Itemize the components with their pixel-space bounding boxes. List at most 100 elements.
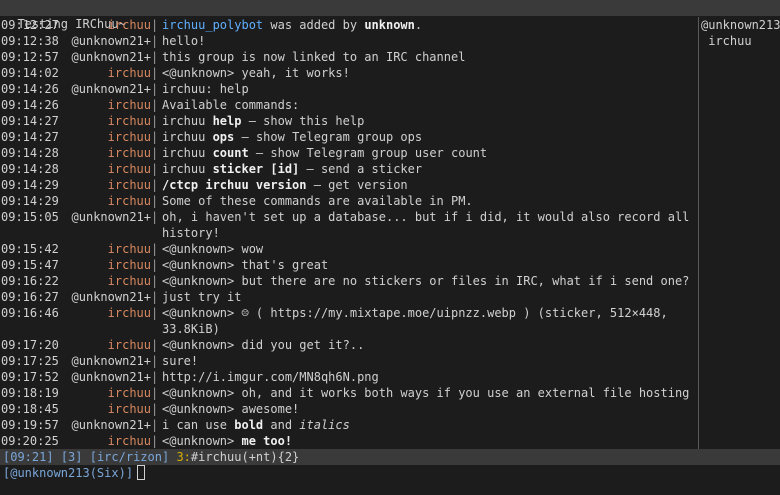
message-nick[interactable]: irchuu	[65, 97, 151, 113]
message-text: irchuu: help	[158, 81, 698, 97]
message-nick[interactable]: @unknown21+	[65, 417, 151, 433]
nick-list-item[interactable]: @unknown213	[701, 17, 780, 33]
input-line[interactable]: [@unknown213(Six)]	[0, 465, 780, 481]
message-text: sure!	[158, 353, 698, 369]
message-nick[interactable]: irchuu	[65, 161, 151, 177]
message-fragment: — show Telegram group user count	[248, 146, 488, 160]
message-fragment: — show Telegram group ops	[234, 130, 423, 144]
nick-separator: |	[151, 338, 159, 352]
chat-buffer[interactable]: 09:12:27 irchuu | irchuu_polybot was added …	[0, 17, 698, 449]
message-nick[interactable]: irchuu	[65, 433, 151, 449]
nick-separator: |	[151, 402, 159, 416]
chat-message: 09:18:45 irchuu | <@unknown> awesome!	[0, 401, 698, 417]
message-timestamp: 09:17:25	[1, 354, 59, 368]
chat-message: 09:14:28 irchuu | irchuu sticker [id] — sen…	[0, 161, 698, 177]
message-fragment: /ctcp irchuu version	[162, 178, 307, 192]
nick-separator: |	[151, 354, 159, 368]
message-nick[interactable]: @unknown21+	[65, 369, 151, 385]
message-fragment: <@unknown> ☹ ( https://my.mixtape.moe/ui…	[162, 306, 668, 336]
nick-separator: |	[151, 370, 159, 384]
message-fragment: sure!	[162, 354, 199, 368]
message-timestamp: 09:17:52	[1, 370, 59, 384]
message-fragment: <@unknown> did you get it?..	[162, 338, 365, 352]
message-nick[interactable]: irchuu	[65, 113, 151, 129]
chat-message: 09:16:27 @unknown21+ | just try it	[0, 289, 698, 305]
message-timestamp: 09:14:26	[1, 82, 59, 96]
message-timestamp: 09:14:02	[1, 66, 59, 80]
chat-message: 09:14:27 irchuu | irchuu help — show this h…	[0, 113, 698, 129]
nick-separator: |	[151, 130, 159, 144]
chat-message: 09:14:26 @unknown21+ | irchuu: help	[0, 81, 698, 97]
chat-message: 09:14:27 irchuu | irchuu ops — show Telegra…	[0, 129, 698, 145]
message-timestamp: 09:15:47	[1, 258, 59, 272]
message-nick[interactable]: @unknown21+	[65, 209, 151, 241]
status-activity: 3:	[176, 450, 191, 464]
message-fragment: and	[263, 418, 300, 432]
nick-list[interactable]: @unknown213 irchuu	[698, 17, 780, 449]
chat-message: 09:17:52 @unknown21+ | http://i.imgur.com/M…	[0, 369, 698, 385]
message-nick[interactable]: irchuu	[65, 337, 151, 353]
message-fragment: Available commands:	[162, 98, 300, 112]
status-window-number: [3]	[60, 450, 83, 464]
message-fragment: oh, i haven't set up a database... but i…	[162, 210, 690, 240]
message-nick[interactable]: irchuu	[65, 145, 151, 161]
message-text: i can use bold and italics	[158, 417, 698, 433]
message-nick[interactable]: irchuu	[65, 273, 151, 289]
message-nick[interactable]: @unknown21+	[65, 81, 151, 97]
message-nick[interactable]: irchuu	[65, 193, 151, 209]
message-fragment: count	[212, 146, 249, 160]
status-channel: #irchuu(+nt){2}	[190, 450, 300, 464]
message-text: <@unknown> ☹ ( https://my.mixtape.moe/ui…	[158, 305, 698, 337]
nick-separator: |	[151, 210, 159, 224]
message-fragment: irchuu	[162, 114, 213, 128]
message-timestamp: 09:14:29	[1, 194, 59, 208]
message-nick[interactable]: irchuu	[65, 177, 151, 193]
nick-separator: |	[151, 146, 159, 160]
message-fragment: Some of these commands are available in …	[162, 194, 473, 208]
message-text: this group is now linked to an IRC chann…	[158, 49, 698, 65]
message-nick[interactable]: irchuu	[65, 305, 151, 337]
message-nick[interactable]: @unknown21+	[65, 289, 151, 305]
message-fragment: sticker [id]	[212, 162, 300, 176]
nick-separator: |	[151, 50, 159, 64]
nick-separator: |	[151, 274, 159, 288]
message-nick[interactable]: irchuu	[65, 241, 151, 257]
message-nick[interactable]: irchuu	[65, 17, 151, 33]
chat-message: 09:16:22 irchuu | <@unknown> but there are …	[0, 273, 698, 289]
message-timestamp: 09:15:05	[1, 210, 59, 224]
message-fragment: irchuu	[162, 146, 213, 160]
message-fragment: i can use	[162, 418, 235, 432]
message-nick[interactable]: @unknown21+	[65, 49, 151, 65]
message-fragment: irchuu	[162, 130, 213, 144]
status-time: [09:21]	[3, 450, 54, 464]
message-timestamp: 09:18:45	[1, 402, 59, 416]
message-nick[interactable]: irchuu	[65, 401, 151, 417]
message-text: <@unknown> awesome!	[158, 401, 698, 417]
nick-separator: |	[151, 434, 159, 448]
message-fragment: irchuu	[162, 162, 213, 176]
message-text: just try it	[158, 289, 698, 305]
text-cursor[interactable]	[137, 465, 146, 480]
nick-list-item[interactable]: irchuu	[701, 33, 780, 49]
message-fragment: — show this help	[241, 114, 365, 128]
message-text: irchuu count — show Telegram group user …	[158, 145, 698, 161]
nick-separator: |	[151, 306, 159, 320]
chat-message: 09:12:38 @unknown21+ | hello!	[0, 33, 698, 49]
chat-message: 09:18:19 irchuu | <@unknown> oh, and it wor…	[0, 385, 698, 401]
message-fragment: <@unknown> yeah, it works!	[162, 66, 350, 80]
nick-separator: |	[151, 18, 159, 32]
chat-message: 09:16:46 irchuu | <@unknown> ☹ ( https://my…	[0, 305, 698, 337]
message-timestamp: 09:19:57	[1, 418, 59, 432]
message-timestamp: 09:20:25	[1, 434, 59, 448]
message-nick[interactable]: irchuu	[65, 65, 151, 81]
message-fragment: <@unknown> wow	[162, 242, 264, 256]
message-fragment: <@unknown> but there are no stickers or …	[162, 274, 690, 288]
message-nick[interactable]: irchuu	[65, 385, 151, 401]
message-nick[interactable]: @unknown21+	[65, 33, 151, 49]
message-fragment: help	[212, 114, 242, 128]
message-nick[interactable]: irchuu	[65, 257, 151, 273]
message-nick[interactable]: @unknown21+	[65, 353, 151, 369]
message-timestamp: 09:14:27	[1, 130, 59, 144]
message-timestamp: 09:16:27	[1, 290, 59, 304]
message-nick[interactable]: irchuu	[65, 129, 151, 145]
